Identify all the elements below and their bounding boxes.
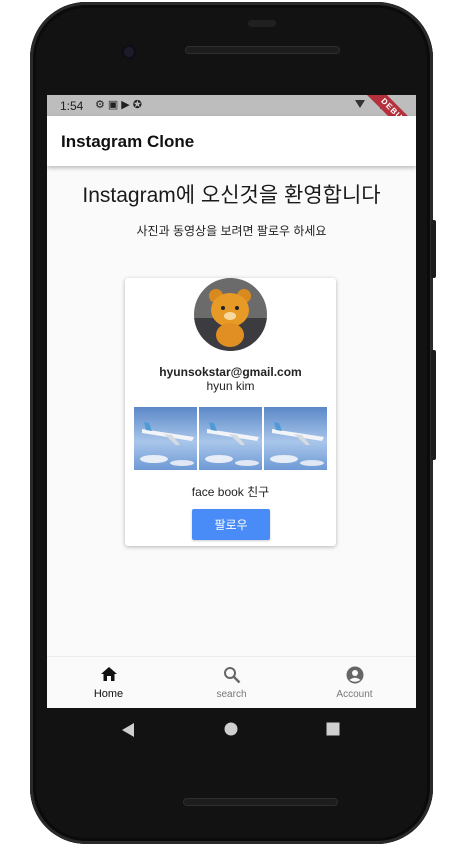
welcome-heading: Instagram에 오신것을 환영합니다 bbox=[82, 184, 381, 207]
nav-item-account[interactable]: Account bbox=[293, 657, 416, 708]
system-navigation-bar bbox=[47, 708, 416, 752]
home-circle-icon[interactable] bbox=[224, 722, 238, 741]
earpiece-speaker bbox=[185, 46, 340, 54]
play-icon: ▶ bbox=[121, 99, 133, 111]
volume-button bbox=[431, 350, 436, 460]
user-email: hyunsokstar@gmail.com bbox=[159, 365, 302, 379]
app-title: Instagram Clone bbox=[61, 132, 195, 151]
airplane-photo[interactable] bbox=[264, 407, 327, 470]
app-bar: Instagram Clone bbox=[47, 116, 416, 166]
card-description: face book 친구 bbox=[191, 485, 270, 499]
airplane-photo[interactable] bbox=[199, 407, 262, 470]
back-icon[interactable] bbox=[121, 722, 135, 743]
follow-button[interactable]: 팔로우 bbox=[192, 509, 270, 540]
nav-label-account: Account bbox=[336, 689, 373, 700]
nav-item-home[interactable]: Home bbox=[47, 657, 170, 708]
nav-item-search[interactable]: search bbox=[170, 657, 293, 708]
status-time: 1:54 bbox=[60, 99, 84, 113]
search-icon bbox=[223, 666, 241, 689]
recommend-card: hyunsokstar@gmail.com hyun kim face book… bbox=[125, 278, 336, 546]
proximity-sensor bbox=[248, 20, 276, 27]
bottom-speaker bbox=[183, 798, 338, 806]
status-icons: ⚙▣▶✪ bbox=[95, 98, 145, 111]
gear-icon: ⚙ bbox=[95, 99, 108, 111]
avatar[interactable] bbox=[194, 278, 267, 351]
photo-grid bbox=[134, 407, 327, 470]
home-icon bbox=[100, 666, 118, 687]
nav-label-search: search bbox=[216, 689, 247, 700]
image-icon: ▣ bbox=[107, 99, 122, 111]
recents-icon[interactable] bbox=[326, 722, 340, 741]
account-icon bbox=[346, 666, 364, 689]
front-camera bbox=[121, 44, 137, 60]
airplane-photo[interactable] bbox=[134, 407, 197, 470]
status-bar: 1:54 ⚙▣▶✪ DEBUG bbox=[47, 95, 416, 146]
sync-icon: ✪ bbox=[132, 99, 145, 111]
app-screen: 1:54 ⚙▣▶✪ DEBUG Instagram Clone Instagra… bbox=[47, 95, 416, 708]
bottom-navigation: Home search Account bbox=[47, 656, 416, 708]
user-name: hyun kim bbox=[206, 379, 255, 393]
welcome-subtitle: 사진과 동영상을 보려면 팔로우 하세요 bbox=[136, 224, 327, 238]
power-button bbox=[431, 220, 436, 278]
nav-label-home: Home bbox=[93, 688, 124, 700]
